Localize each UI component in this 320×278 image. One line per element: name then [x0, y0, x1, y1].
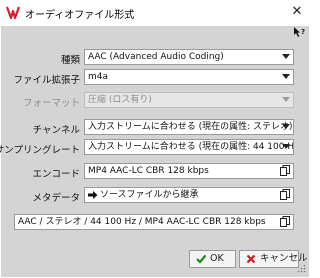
arrow-right-icon: [88, 191, 98, 199]
cancel-button[interactable]: キャンセル: [239, 250, 308, 268]
extension-select[interactable]: m4a: [84, 69, 294, 85]
svg-text:?: ?: [301, 28, 305, 36]
copy-icon[interactable]: [280, 216, 290, 228]
samplerate-select[interactable]: 入力ストリームに合わせる (現在の属性: 44 100 Hz): [84, 139, 294, 155]
type-select[interactable]: AAC (Advanced Audio Coding): [84, 49, 294, 65]
title-bar: オーディオファイル形式 ✕: [0, 0, 310, 26]
encode-field[interactable]: MP4 AAC-LC CBR 128 kbps: [84, 163, 294, 179]
resize-grip-icon[interactable]: [297, 264, 306, 273]
channel-label: チャンネル: [32, 125, 80, 136]
chevron-down-icon: [282, 54, 290, 59]
samplerate-label: サンプリングレート: [0, 145, 80, 156]
encode-label: エンコード: [32, 169, 80, 180]
wavelab-logo-icon: [6, 6, 20, 19]
chevron-down-icon: [282, 124, 290, 129]
chevron-down-icon: [282, 74, 290, 79]
format-select: 圧縮 (ロス有り): [84, 92, 294, 108]
encode-value: MP4 AAC-LC CBR 128 kbps: [88, 166, 209, 176]
channel-value: 入力ストリームに合わせる (現在の属性: ステレオ): [88, 122, 293, 132]
samplerate-value: 入力ストリームに合わせる (現在の属性: 44 100 Hz): [88, 142, 294, 152]
close-button[interactable]: ✕: [289, 3, 305, 21]
extension-label: ファイル拡張子: [13, 75, 80, 86]
extension-value: m4a: [88, 72, 109, 82]
metadata-value: ソースファイルから継承: [100, 190, 199, 200]
chevron-down-icon: [282, 97, 290, 102]
summary-value: AAC / ステレオ / 44 100 Hz / MP4 AAC-LC CBR …: [18, 217, 266, 227]
edit-settings-icon[interactable]: [280, 165, 290, 177]
window-title: オーディオファイル形式: [25, 10, 135, 21]
ok-label: OK: [210, 253, 224, 264]
format-value: 圧縮 (ロス有り): [88, 95, 152, 105]
format-label: フォーマット: [22, 98, 80, 109]
checkmark-icon: [196, 254, 206, 264]
chevron-down-icon: [282, 144, 290, 149]
ok-button[interactable]: OK: [189, 250, 236, 268]
summary-field[interactable]: AAC / ステレオ / 44 100 Hz / MP4 AAC-LC CBR …: [14, 214, 294, 230]
edit-metadata-icon[interactable]: [280, 189, 290, 201]
type-value: AAC (Advanced Audio Coding): [88, 52, 224, 62]
type-label: 種類: [60, 55, 80, 66]
channel-select[interactable]: 入力ストリームに合わせる (現在の属性: ステレオ): [84, 119, 294, 135]
help-cursor-icon[interactable]: ?: [293, 26, 306, 38]
cross-icon: [246, 254, 256, 264]
metadata-field[interactable]: ソースファイルから継承: [84, 187, 294, 203]
metadata-label: メタデータ: [32, 193, 80, 204]
